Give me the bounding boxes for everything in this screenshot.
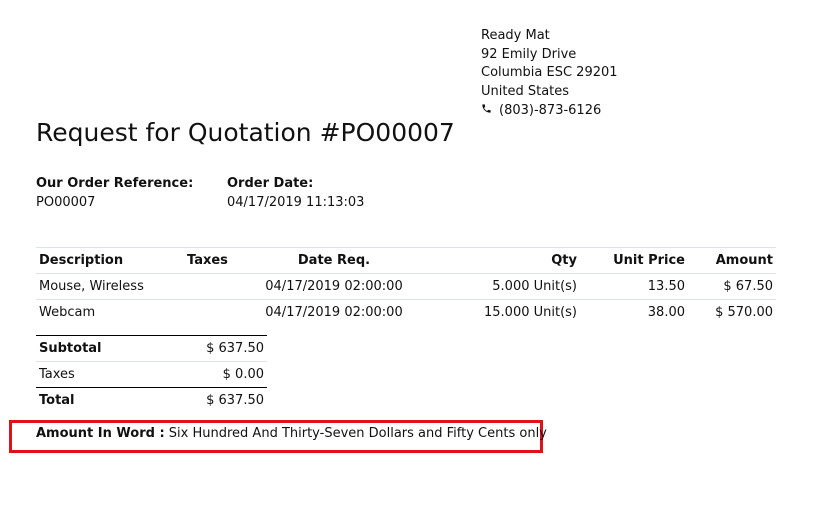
company-address: Ready Mat 92 Emily Drive Columbia ESC 29… bbox=[481, 27, 618, 121]
subtotal-row: Subtotal $ 637.50 bbox=[36, 335, 267, 362]
order-reference-value: PO00007 bbox=[36, 195, 96, 210]
column-header-description: Description bbox=[36, 247, 184, 274]
amount-in-word: Amount In Word : Six Hundred And Thirty-… bbox=[36, 426, 547, 441]
company-country: United States bbox=[481, 83, 570, 99]
order-date-value: 04/17/2019 11:13:03 bbox=[227, 195, 365, 210]
company-street: 92 Emily Drive bbox=[481, 46, 577, 62]
subtotal-value: $ 637.50 bbox=[155, 335, 267, 362]
line-taxes bbox=[184, 300, 244, 326]
table-row: Webcam 04/17/2019 02:00:00 15.000 Unit(s… bbox=[36, 300, 776, 326]
table-row: Mouse, Wireless 04/17/2019 02:00:00 5.00… bbox=[36, 273, 776, 300]
line-date-req: 04/17/2019 02:00:00 bbox=[265, 305, 403, 320]
order-date-block: Order Date: 04/17/2019 11:13:03 bbox=[227, 174, 364, 212]
company-city: Columbia ESC 29201 bbox=[481, 65, 618, 80]
column-header-qty: Qty bbox=[424, 247, 580, 274]
subtotal-label: Subtotal bbox=[36, 335, 156, 362]
total-value: $ 637.50 bbox=[155, 387, 267, 413]
table-header-row: Description Taxes Date Req. Qty Unit Pri… bbox=[36, 247, 776, 274]
company-name: Ready Mat bbox=[481, 28, 550, 43]
line-description: Mouse, Wireless bbox=[36, 273, 184, 300]
column-header-amount: Amount bbox=[688, 247, 776, 274]
line-qty: 15.000 Unit(s) bbox=[484, 305, 577, 320]
amount-in-word-value: Six Hundred And Thirty-Seven Dollars and… bbox=[168, 426, 547, 441]
line-date-req: 04/17/2019 02:00:00 bbox=[244, 273, 424, 300]
order-lines-table: Description Taxes Date Req. Qty Unit Pri… bbox=[36, 247, 776, 325]
line-amount: $ 570.00 bbox=[715, 305, 773, 320]
taxes-label: Taxes bbox=[36, 361, 156, 388]
company-phone-row: (803)-873-6126 bbox=[481, 101, 618, 121]
page-title: Request for Quotation #PO00007 bbox=[36, 118, 455, 147]
column-header-unit-price: Unit Price bbox=[580, 247, 688, 274]
column-header-date-req: Date Req. bbox=[244, 247, 424, 274]
taxes-value: $ 0.00 bbox=[155, 361, 267, 388]
line-unit-price: 13.50 bbox=[580, 273, 688, 300]
line-description: Webcam bbox=[39, 305, 96, 320]
total-row: Total $ 637.50 bbox=[36, 387, 267, 413]
company-phone: (803)-873-6126 bbox=[499, 103, 602, 118]
column-header-taxes: Taxes bbox=[184, 247, 244, 274]
amount-in-word-label: Amount In Word : bbox=[36, 426, 165, 441]
line-unit-price: 38.00 bbox=[647, 305, 685, 320]
total-label: Total bbox=[36, 387, 156, 413]
phone-icon bbox=[481, 101, 495, 120]
line-amount: $ 67.50 bbox=[688, 273, 776, 300]
order-reference-label: Our Order Reference: bbox=[36, 176, 194, 191]
line-qty: 5.000 Unit(s) bbox=[424, 273, 580, 300]
line-taxes bbox=[184, 273, 244, 300]
order-reference-block: Our Order Reference: PO00007 bbox=[36, 174, 193, 212]
totals-table: Subtotal $ 637.50 Taxes $ 0.00 Total $ 6… bbox=[36, 335, 267, 413]
order-date-label: Order Date: bbox=[227, 176, 314, 191]
taxes-row: Taxes $ 0.00 bbox=[36, 361, 267, 388]
